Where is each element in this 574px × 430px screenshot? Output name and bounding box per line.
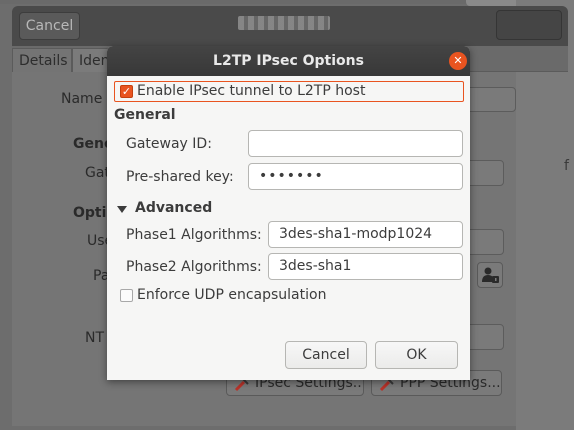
general-heading: General xyxy=(114,107,176,123)
close-icon[interactable]: ✕ xyxy=(449,52,467,70)
tab-identity[interactable]: Iden xyxy=(72,48,112,72)
background-name-field[interactable] xyxy=(466,87,516,112)
tab-details[interactable]: Details xyxy=(12,48,72,72)
background-name-label: Name xyxy=(61,91,103,107)
user-lock-icon xyxy=(482,267,499,283)
background-nt-domain-field[interactable] xyxy=(466,324,504,350)
dialog-ok-button[interactable]: OK xyxy=(375,341,458,369)
background-cancel-button[interactable]: Cancel xyxy=(19,12,80,40)
phase2-algorithms-input[interactable]: 3des-sha1 xyxy=(268,253,463,280)
background-password-options-button[interactable] xyxy=(477,262,503,288)
gateway-id-input[interactable] xyxy=(248,130,463,157)
background-gateway-field[interactable] xyxy=(466,160,504,186)
background-user-field[interactable] xyxy=(466,229,504,255)
enforce-udp-checkbox[interactable] xyxy=(120,289,133,302)
background-edge-text: f xyxy=(564,158,569,174)
background-window-title-redacted xyxy=(238,16,330,30)
dialog-title: L2TP IPsec Options xyxy=(213,53,364,69)
phase1-algorithms-label: Phase1 Algorithms: xyxy=(126,227,262,243)
enforce-udp-label: Enforce UDP encapsulation xyxy=(137,287,327,303)
enable-ipsec-tunnel-checkbox[interactable]: ✓ xyxy=(120,85,133,98)
background-apply-button[interactable] xyxy=(496,10,562,40)
dialog-cancel-button[interactable]: Cancel xyxy=(285,341,367,369)
gateway-id-label: Gateway ID: xyxy=(126,136,212,152)
preshared-key-label: Pre-shared key: xyxy=(126,169,234,185)
phase2-algorithms-label: Phase2 Algorithms: xyxy=(126,259,262,275)
phase1-algorithms-input[interactable]: 3des-sha1-modp1024 xyxy=(268,221,463,248)
background-nt-domain-label: NT xyxy=(85,330,105,346)
advanced-expander-label[interactable]: Advanced xyxy=(135,200,212,216)
preshared-key-input[interactable]: ••••••• xyxy=(248,163,463,190)
enable-ipsec-tunnel-label: Enable IPsec tunnel to L2TP host xyxy=(137,83,366,99)
expander-arrow-icon[interactable] xyxy=(117,206,127,213)
